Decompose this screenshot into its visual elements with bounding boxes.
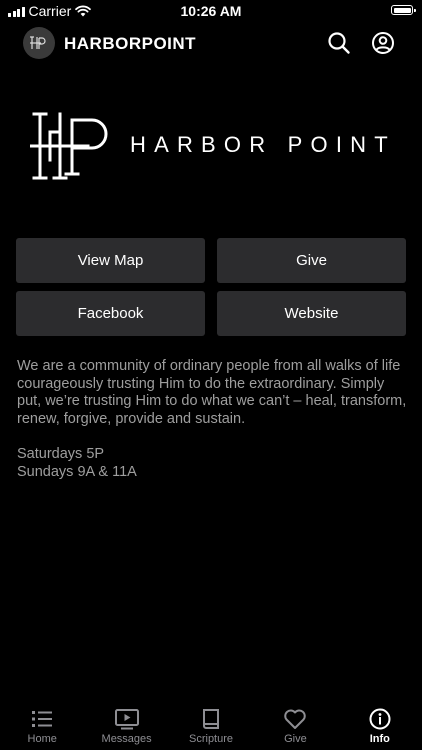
play-icon: [114, 709, 139, 730]
facebook-button[interactable]: Facebook: [16, 291, 205, 336]
list-icon: [32, 711, 53, 727]
about-description: We are a community of ordinary people fr…: [17, 358, 407, 427]
service-times: Saturdays 5P Sundays 9A & 11A: [17, 446, 409, 481]
tab-home[interactable]: Home: [0, 704, 84, 750]
harbor-point-logo: HARBOR POINT: [30, 108, 400, 184]
tab-scripture[interactable]: Scripture: [169, 704, 253, 750]
hp-monogram-mark: [30, 112, 108, 180]
battery-icon: [391, 5, 416, 15]
app-logo-avatar[interactable]: [23, 27, 55, 59]
status-bar: Carrier 10:26 AM: [0, 0, 422, 22]
give-button[interactable]: Give: [217, 238, 406, 283]
status-time: 10:26 AM: [180, 3, 242, 19]
tab-home-label: Home: [27, 733, 57, 745]
app-title: HARBORPOINT: [64, 34, 197, 53]
info-icon: [369, 708, 391, 730]
heart-icon: [284, 709, 307, 729]
action-buttons: View Map Give Facebook Website: [16, 238, 406, 336]
about-section: We are a community of ordinary people fr…: [17, 358, 409, 482]
view-map-button[interactable]: View Map: [16, 238, 205, 283]
search-icon[interactable]: [327, 31, 351, 55]
service-time-saturday: Saturdays 5P: [17, 446, 105, 463]
service-time-sunday: Sundays 9A & 11A: [17, 463, 137, 480]
tab-give-label: Give: [284, 733, 307, 745]
tab-scripture-label: Scripture: [189, 733, 234, 745]
logo-wordmark: HARBOR POINT: [130, 132, 396, 157]
tab-messages-label: Messages: [101, 733, 152, 745]
profile-icon[interactable]: [371, 31, 395, 55]
tab-give[interactable]: Give: [253, 704, 337, 750]
tab-info-label: Info: [369, 733, 390, 745]
book-icon: [203, 709, 220, 729]
tab-info[interactable]: Info: [338, 704, 422, 750]
hp-monogram-icon: [30, 36, 46, 49]
tab-messages[interactable]: Messages: [84, 704, 168, 750]
tab-bar: Home Messages Scripture Give Info: [0, 704, 422, 750]
app-header: HARBORPOINT: [0, 22, 422, 66]
website-button[interactable]: Website: [217, 291, 406, 336]
